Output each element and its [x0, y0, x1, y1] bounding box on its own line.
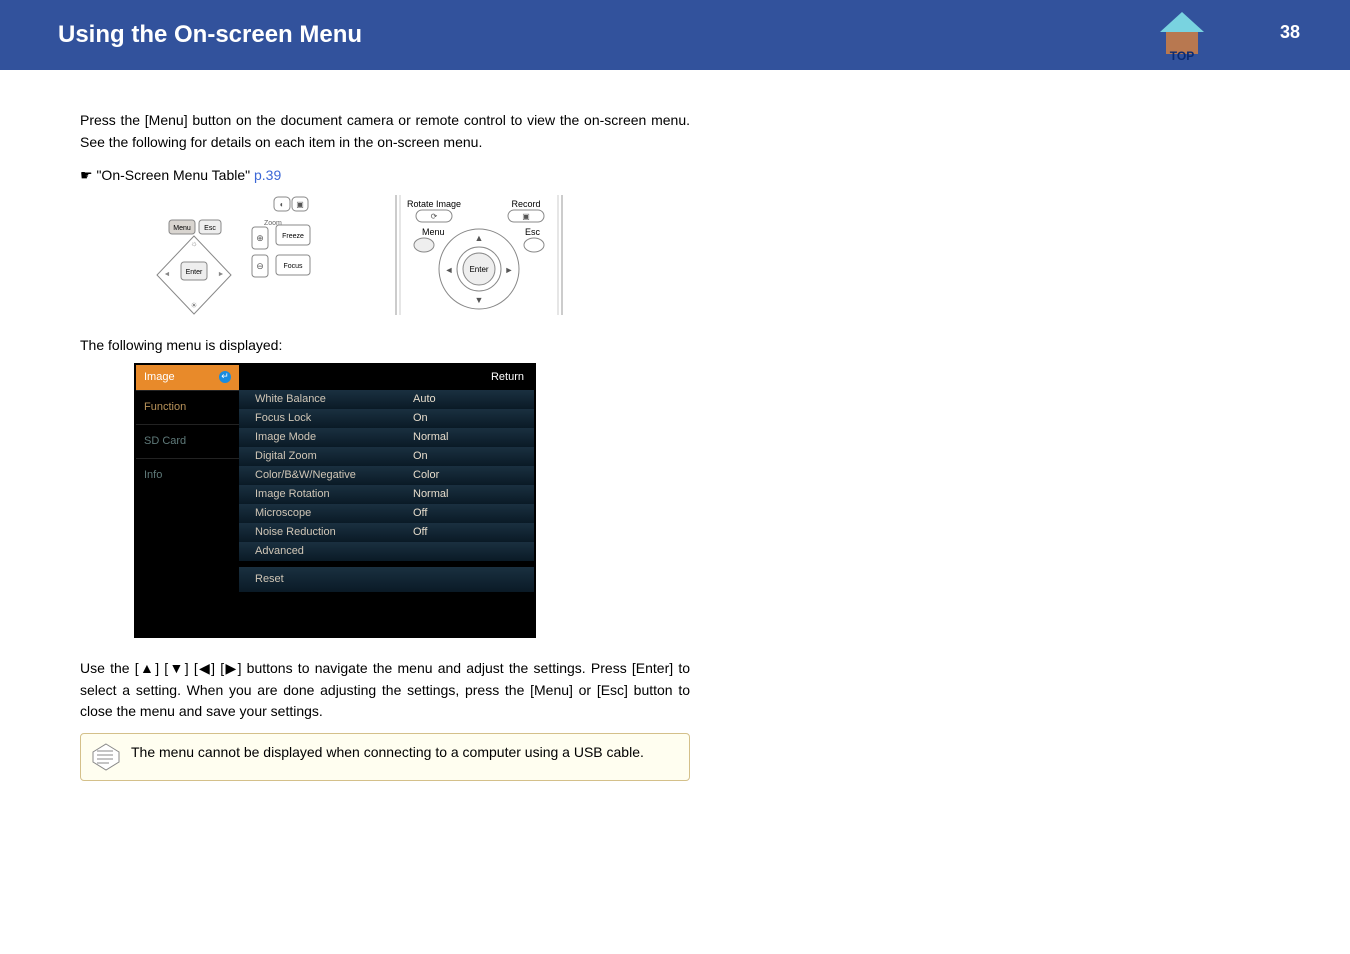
menu-reset: Reset	[239, 567, 534, 592]
up-arrow-icon: ▲	[139, 660, 156, 676]
label-focus: Focus	[283, 263, 303, 270]
label-esc2: Esc	[525, 227, 541, 237]
menu-item: Advanced	[239, 542, 534, 561]
label-enter: Enter	[186, 269, 203, 276]
menu-item: Image ModeNormal	[239, 428, 534, 447]
menu-tab-sdcard: SD Card	[136, 424, 239, 458]
label-menu: Menu	[173, 225, 191, 232]
menu-screenshot: Image ↵ Function SD Card Info Return Whi…	[134, 363, 536, 638]
illustration-row: Menu Esc Enter ☼ ☀ ◄ ► ▼ ◐ ▣	[134, 195, 690, 315]
remote-control-illustration: Rotate Image Record ⟳ ▣ Menu Esc Enter ▲…	[394, 195, 564, 315]
menu-right-panel: Return White BalanceAuto Focus LockOn Im…	[239, 365, 534, 636]
page-number: 38	[1280, 22, 1300, 43]
svg-text:⟳: ⟳	[431, 212, 438, 221]
svg-text:◄: ◄	[164, 271, 171, 278]
menu-item: Color/B&W/NegativeColor	[239, 466, 534, 485]
svg-text:TOP: TOP	[1170, 49, 1194, 63]
down-arrow-icon: ▼	[168, 660, 185, 676]
menu-item: Image RotationNormal	[239, 485, 534, 504]
svg-text:▼: ▼	[475, 295, 484, 305]
menu-item: MicroscopeOff	[239, 504, 534, 523]
navigation-paragraph: Use the [▲] [▼] [◀] [▶] buttons to navig…	[80, 658, 690, 723]
svg-text:☀: ☀	[190, 301, 197, 310]
label-esc: Esc	[204, 225, 216, 232]
svg-text:◐: ◐	[280, 200, 285, 209]
svg-text:▣: ▣	[522, 212, 530, 221]
reference-text: "On-Screen Menu Table"	[96, 167, 250, 183]
label-enter2: Enter	[469, 265, 488, 274]
note-text: The menu cannot be displayed when connec…	[131, 742, 644, 764]
svg-text:►: ►	[505, 265, 514, 275]
svg-text:◄: ◄	[445, 265, 454, 275]
menu-intro-text: The following menu is displayed:	[80, 335, 690, 357]
svg-text:⊕: ⊕	[256, 233, 264, 243]
right-arrow-icon: ▶	[224, 660, 237, 676]
menu-left-column: Image ↵ Function SD Card Info	[136, 365, 239, 636]
label-record: Record	[511, 199, 540, 209]
label-freeze: Freeze	[282, 233, 304, 240]
enter-icon: ↵	[219, 371, 231, 383]
menu-tab-function: Function	[136, 390, 239, 424]
menu-return-label: Return	[239, 365, 534, 390]
label-rotate: Rotate Image	[407, 199, 461, 209]
svg-text:▲: ▲	[475, 233, 484, 243]
menu-tab-info: Info	[136, 458, 239, 492]
note-box: The menu cannot be displayed when connec…	[80, 733, 690, 781]
reference-link[interactable]: p.39	[254, 167, 281, 183]
menu-item: Digital ZoomOn	[239, 447, 534, 466]
top-navigation-icon[interactable]: TOP	[1154, 8, 1210, 64]
svg-text:▣: ▣	[296, 200, 304, 209]
menu-tab-image: Image ↵	[136, 365, 239, 390]
menu-item: Noise ReductionOff	[239, 523, 534, 542]
page-header: Using the On-screen Menu TOP 38	[0, 0, 1350, 70]
page-title: Using the On-screen Menu	[58, 21, 362, 49]
svg-text:⊖: ⊖	[256, 261, 264, 271]
note-icon	[91, 742, 121, 772]
menu-item: Focus LockOn	[239, 409, 534, 428]
intro-paragraph: Press the [Menu] button on the document …	[80, 110, 690, 153]
menu-item: White BalanceAuto	[239, 390, 534, 409]
label-menu2: Menu	[422, 227, 445, 237]
control-panel-illustration: Menu Esc Enter ☼ ☀ ◄ ► ▼ ◐ ▣	[134, 195, 314, 315]
reference-line: ☛ "On-Screen Menu Table" p.39	[80, 165, 690, 187]
svg-text:☼: ☼	[190, 239, 197, 248]
svg-text:►: ►	[218, 271, 225, 278]
pointer-icon: ☛	[80, 167, 93, 183]
left-arrow-icon: ◀	[198, 660, 211, 676]
